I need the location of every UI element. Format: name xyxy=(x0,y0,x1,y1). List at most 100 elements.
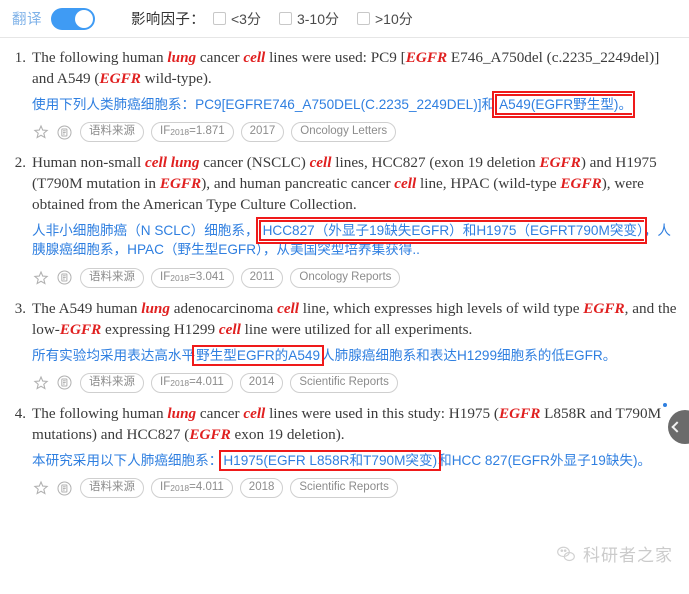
translate-label: 翻译 xyxy=(12,12,42,28)
sentence-text: line, HPAC (wild-type xyxy=(416,175,561,193)
sentence-text: cancer xyxy=(196,49,244,66)
sentence-text: The following human xyxy=(32,404,168,422)
translation-text: 使用下列人类肺癌细胞系：PC9[EGFRE746_A750DEL(C.2235_… xyxy=(32,96,496,112)
entry-meta-row: 语料来源 IF2018=4.011 2018 Scientific Reports xyxy=(32,478,681,499)
result-entry: 3. The A549 human lung adenocarcinoma cel… xyxy=(8,299,681,393)
document-copy-icon[interactable] xyxy=(56,124,73,141)
marker-dot xyxy=(663,403,667,407)
filter-gt10[interactable]: >10分 xyxy=(357,9,413,29)
keyword-highlight: EGFR xyxy=(560,175,602,193)
star-icon[interactable] xyxy=(32,269,49,286)
sentence-text: lines, HCC827 (exon 19 deletion xyxy=(331,154,540,172)
keyword-highlight: EGFR xyxy=(99,69,141,87)
impact-factor-pill[interactable]: IF2018=3.041 xyxy=(151,267,234,288)
checkbox-icon[interactable] xyxy=(213,12,226,25)
filter-label: >10分 xyxy=(375,10,413,27)
keyword-highlight: EGFR xyxy=(583,299,625,317)
translation-text: 人非小细胞肺癌（N SCLC）细胞系， xyxy=(32,223,259,239)
journal-pill[interactable]: Oncology Reports xyxy=(290,267,401,288)
result-entry: 2. Human non-small cell lung cancer (NSCL… xyxy=(8,153,681,288)
translation-text: 本研究采用以下人肺癌细胞系： xyxy=(32,452,223,468)
corpus-source-pill[interactable]: 语料来源 xyxy=(80,122,144,143)
chevron-left-icon xyxy=(671,421,683,433)
if-value: =3.041 xyxy=(189,270,225,283)
sentence-text: lines were used: PC9 [ xyxy=(265,49,406,66)
year-pill[interactable]: 2018 xyxy=(239,478,284,499)
journal-pill[interactable]: Scientific Reports xyxy=(290,478,398,499)
sentence-text: The following human xyxy=(32,49,168,66)
keyword-highlight: EGFR xyxy=(159,175,202,193)
keyword-highlight: cell xyxy=(218,320,241,338)
english-sentence: The A549 human lung adenocarcinoma cell … xyxy=(32,299,681,341)
if-value: =1.871 xyxy=(189,125,225,138)
result-entry: 4. The following human lung cancer cell l… xyxy=(8,404,681,499)
keyword-highlight: EGFR xyxy=(59,320,102,338)
keyword-highlight: cell xyxy=(243,49,266,66)
corpus-source-pill[interactable]: 语料来源 xyxy=(80,478,144,499)
translation-text: 所有实验均采用表达高水平 xyxy=(32,347,196,363)
impact-factor-pill[interactable]: IF2018=4.011 xyxy=(151,478,233,499)
star-icon[interactable] xyxy=(32,480,49,497)
star-icon[interactable] xyxy=(32,124,49,141)
journal-pill[interactable]: Oncology Letters xyxy=(291,122,397,143)
keyword-highlight: cell xyxy=(309,154,332,172)
if-prefix: IF xyxy=(160,125,171,138)
translation-boxed-term: 野生型EGFR的A549 xyxy=(192,344,325,366)
if-year: 2018 xyxy=(170,127,190,138)
document-copy-icon[interactable] xyxy=(56,269,73,286)
entry-body: The A549 human lung adenocarcinoma cell … xyxy=(32,299,681,393)
year-pill[interactable]: 2011 xyxy=(240,267,284,288)
keyword-highlight: EGFR xyxy=(189,425,231,443)
sentence-text: cancer (NSCLC) xyxy=(199,154,310,172)
if-year: 2018 xyxy=(170,483,190,494)
sentence-text: wild-type). xyxy=(140,69,212,87)
translation-boxed-term: HCC827（外显子19缺失EGFR）和H1975（EGFRT790M突变） xyxy=(255,217,647,245)
year-pill[interactable]: 2017 xyxy=(240,122,285,143)
filter-label: <3分 xyxy=(231,10,261,27)
impact-factor-pill[interactable]: IF2018=4.011 xyxy=(151,372,233,393)
sentence-text: Human non-small xyxy=(32,154,146,172)
sentence-text: expressing H1299 xyxy=(101,320,219,338)
entry-number: 2. xyxy=(14,155,26,172)
keyword-highlight: EGFR xyxy=(405,49,448,66)
document-copy-icon[interactable] xyxy=(56,374,73,391)
entry-number: 1. xyxy=(14,50,26,66)
entry-body: The following human lung cancer cell lin… xyxy=(32,404,681,499)
sentence-text: lines were used in this study: H1975 ( xyxy=(265,404,499,422)
journal-pill[interactable]: Scientific Reports xyxy=(290,372,398,393)
if-prefix: IF xyxy=(160,481,171,494)
keyword-highlight: EGFR xyxy=(539,154,581,172)
if-prefix: IF xyxy=(160,375,171,388)
keyword-highlight: cell xyxy=(243,404,266,422)
sentence-text: line were utilized for all experiments. xyxy=(240,320,473,338)
year-pill[interactable]: 2014 xyxy=(239,372,284,393)
corpus-source-pill[interactable]: 语料来源 xyxy=(80,372,144,393)
translation-text: 和HCC 827(EGFR外显子19缺失)。 xyxy=(438,452,652,468)
corpus-source-pill[interactable]: 语料来源 xyxy=(80,267,144,288)
translate-toggle[interactable] xyxy=(51,7,95,30)
sentence-text: exon 19 deletion). xyxy=(230,425,345,443)
checkbox-icon[interactable] xyxy=(278,12,292,25)
impact-factor-label: 影响因子： xyxy=(131,12,205,28)
result-entry: 1. The following human lung cancer cell l… xyxy=(8,48,681,143)
filter-label: 3-10分 xyxy=(296,10,339,27)
keyword-highlight: cell xyxy=(277,299,299,317)
keyword-highlight: cell lung xyxy=(145,154,200,172)
star-icon[interactable] xyxy=(32,374,49,391)
impact-factor-filters: <3分 3-10分 >10分 xyxy=(213,9,431,29)
checkbox-icon[interactable] xyxy=(357,12,370,25)
sentence-text: The A549 human xyxy=(32,299,142,317)
filter-lt3[interactable]: <3分 xyxy=(213,9,261,29)
page-root: 翻译 影响因子： <3分 3-10分 >10分 1. The following … xyxy=(0,0,689,594)
document-copy-icon[interactable] xyxy=(56,480,73,497)
if-value: =4.011 xyxy=(189,375,224,388)
impact-factor-pill[interactable]: IF2018=1.871 xyxy=(151,122,234,143)
translation-boxed-term: A549(EGFR野生型)。 xyxy=(492,90,636,118)
if-year: 2018 xyxy=(170,377,190,388)
english-sentence: The following human lung cancer cell lin… xyxy=(32,48,681,90)
entry-meta-row: 语料来源 IF2018=1.871 2017 Oncology Letters xyxy=(32,122,681,143)
chinese-translation: 使用下列人类肺癌细胞系：PC9[EGFRE746_A750DEL(C.2235_… xyxy=(32,90,681,118)
watermark: 科研者之家 xyxy=(556,541,673,566)
results-list: 1. The following human lung cancer cell l… xyxy=(0,38,689,499)
filter-3to10[interactable]: 3-10分 xyxy=(278,9,339,29)
